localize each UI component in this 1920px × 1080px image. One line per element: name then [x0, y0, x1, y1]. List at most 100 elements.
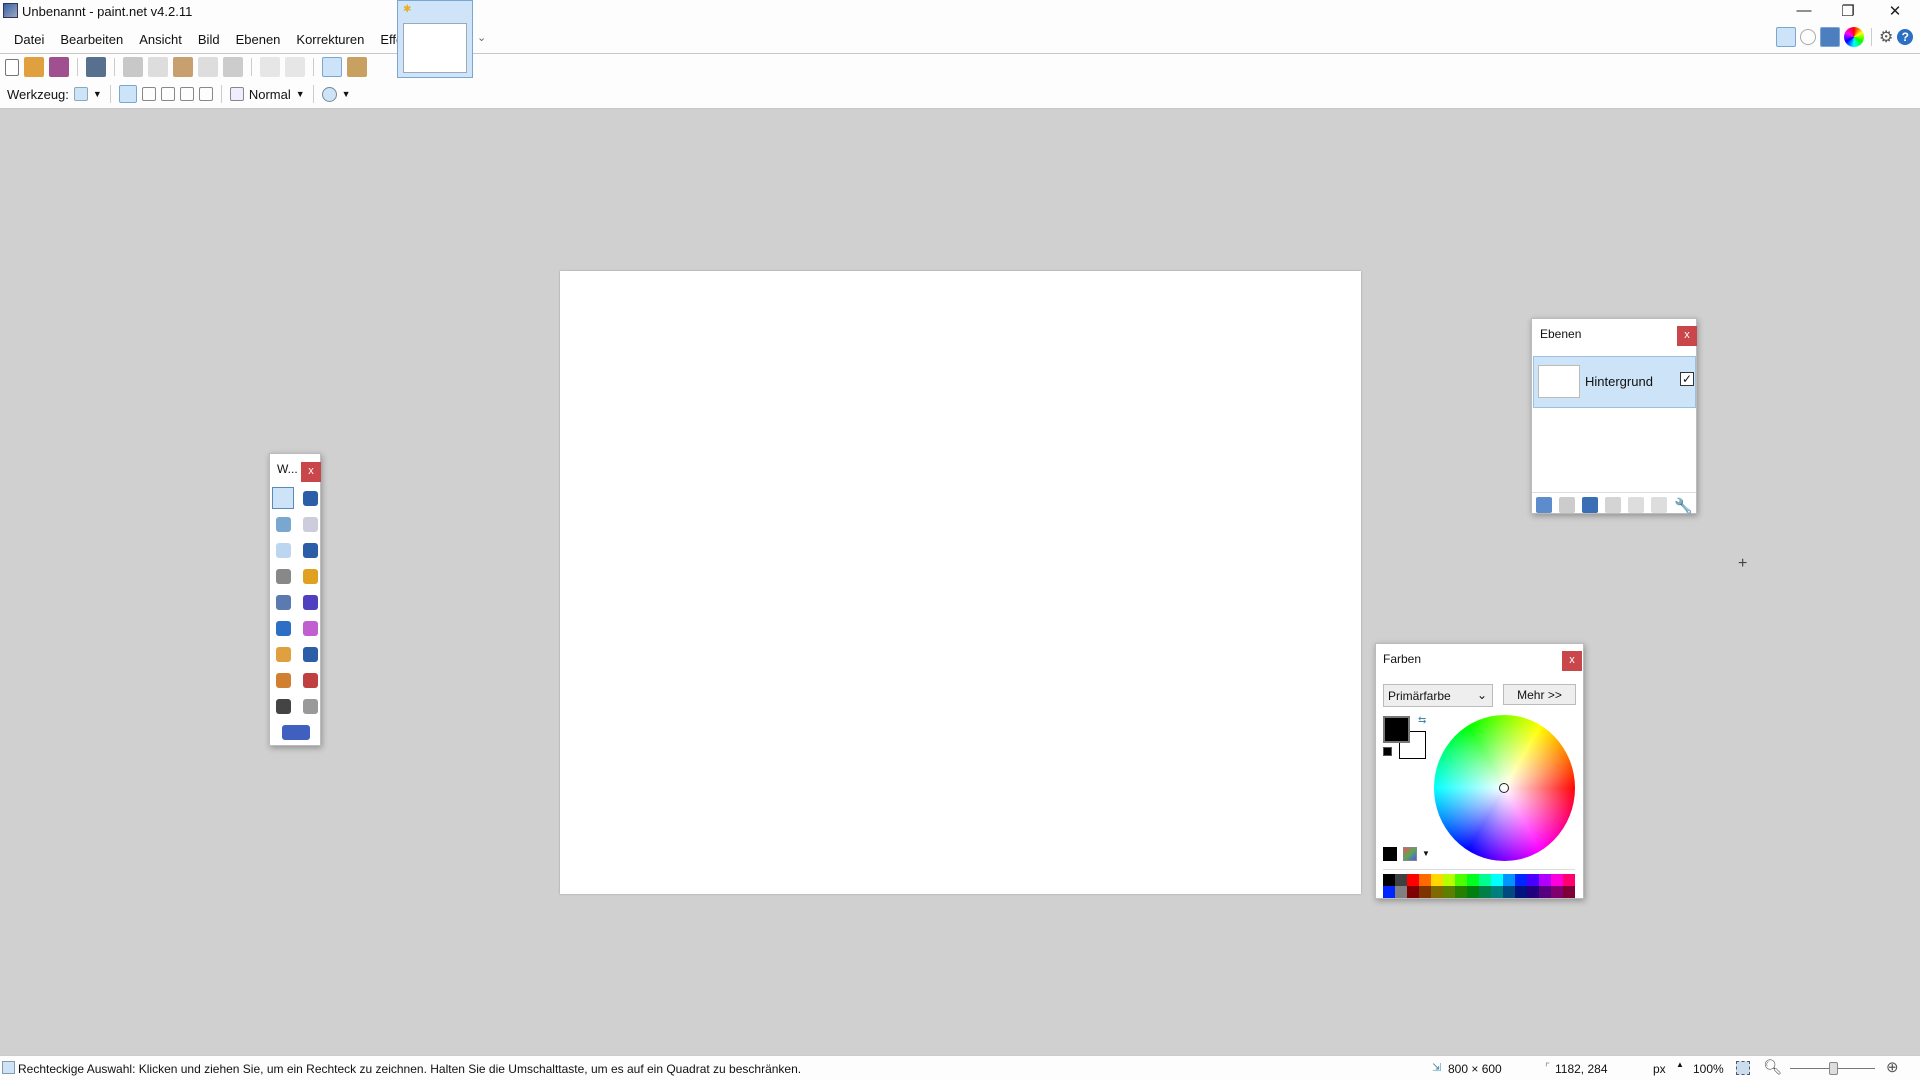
add-layer-icon[interactable] — [1536, 497, 1552, 513]
color-wheel-handle[interactable] — [1499, 783, 1509, 793]
help-icon[interactable]: ? — [1897, 29, 1914, 45]
selection-replace-icon[interactable] — [118, 85, 137, 103]
menu-bearbeiten[interactable]: Bearbeiten — [52, 30, 131, 50]
colors-close-button[interactable]: x — [1562, 651, 1582, 671]
chevron-down-icon[interactable]: ▼ — [93, 89, 102, 99]
palette-swatch[interactable] — [1467, 886, 1479, 898]
menu-bild[interactable]: Bild — [190, 30, 228, 50]
palette-swatch[interactable] — [1443, 886, 1455, 898]
layers-icon[interactable] — [1820, 27, 1840, 47]
cut-icon[interactable] — [123, 57, 143, 77]
palette-swatch[interactable] — [1491, 874, 1503, 886]
zoom-out-icon[interactable]: 🔍︎ — [1763, 1058, 1782, 1076]
tool-pan[interactable] — [299, 565, 321, 587]
chevron-down-icon[interactable]: ▼ — [296, 89, 305, 99]
tools-close-button[interactable]: x — [301, 462, 321, 482]
add-to-palette-icon[interactable] — [1383, 847, 1397, 861]
crop-icon[interactable] — [198, 57, 218, 77]
tool-magic-wand[interactable] — [272, 565, 294, 587]
grid-icon[interactable] — [322, 57, 342, 77]
selection-exclude-icon[interactable] — [160, 87, 175, 101]
tool-clone-stamp[interactable] — [272, 669, 294, 691]
open-icon[interactable] — [24, 57, 44, 77]
layer-visibility-checkbox[interactable]: ✓ — [1680, 372, 1694, 386]
copy-icon[interactable] — [148, 57, 168, 77]
redo-icon[interactable] — [285, 57, 305, 77]
palette-swatch[interactable] — [1443, 874, 1455, 886]
duplicate-layer-icon[interactable] — [1582, 497, 1598, 513]
tools-icon[interactable] — [1776, 27, 1796, 47]
selection-intersect-icon[interactable] — [179, 87, 194, 101]
selection-union-icon[interactable] — [141, 87, 156, 101]
palette-swatch[interactable] — [1383, 886, 1395, 898]
tool-lasso-select[interactable] — [272, 513, 294, 535]
primary-color-swatch[interactable] — [1383, 716, 1410, 743]
palette-swatch[interactable] — [1539, 874, 1551, 886]
palette-swatch[interactable] — [1527, 886, 1539, 898]
print-icon[interactable] — [86, 57, 106, 77]
palette-swatch[interactable] — [1563, 886, 1575, 898]
layer-properties-icon[interactable]: 🔧 — [1674, 497, 1693, 515]
merge-layer-down-icon[interactable] — [1605, 497, 1621, 513]
palette-swatch[interactable] — [1455, 874, 1467, 886]
zoom-to-window-icon[interactable] — [1736, 1061, 1750, 1075]
palette-swatch[interactable] — [1515, 886, 1527, 898]
zoom-level[interactable]: 100% — [1693, 1062, 1724, 1076]
settings-icon[interactable]: ⚙ — [1879, 27, 1893, 47]
new-icon[interactable] — [5, 58, 19, 76]
current-tool-icon[interactable] — [73, 87, 88, 101]
zoom-in-icon[interactable]: ⊕ — [1886, 1058, 1899, 1076]
chevron-down-icon[interactable]: ▼ — [342, 89, 351, 99]
tool-eraser[interactable] — [299, 617, 321, 639]
zoom-slider[interactable] — [1790, 1062, 1875, 1075]
unit-selector[interactable]: px — [1653, 1062, 1666, 1076]
tool-gradient[interactable] — [299, 591, 321, 613]
palette-swatch[interactable] — [1527, 874, 1539, 886]
image-canvas[interactable] — [560, 271, 1361, 894]
palette-swatch[interactable] — [1563, 874, 1575, 886]
palette-swatch[interactable] — [1515, 874, 1527, 886]
tool-rectangle-select[interactable] — [272, 487, 294, 509]
palette-swatch[interactable] — [1419, 874, 1431, 886]
chevron-down-icon[interactable]: ▼ — [1422, 849, 1430, 858]
tool-paintbrush[interactable] — [272, 617, 294, 639]
palette-swatch[interactable] — [1539, 886, 1551, 898]
delete-layer-icon[interactable] — [1559, 497, 1575, 513]
palette-swatch[interactable] — [1479, 874, 1491, 886]
ruler-icon[interactable] — [347, 57, 367, 77]
palette-swatch[interactable] — [1407, 886, 1419, 898]
palette-swatch[interactable] — [1491, 886, 1503, 898]
tool-color-picker[interactable] — [299, 643, 321, 665]
layer-row[interactable]: Hintergrund ✓ — [1533, 356, 1696, 408]
antialiasing-icon[interactable] — [321, 86, 337, 102]
palette-swatch[interactable] — [1503, 886, 1515, 898]
tool-pencil[interactable] — [272, 643, 294, 665]
image-tab[interactable]: ✱ — [397, 0, 473, 78]
menu-ebenen[interactable]: Ebenen — [228, 30, 289, 50]
blend-mode-dropdown[interactable]: Normal — [249, 87, 291, 102]
palette-swatch[interactable] — [1455, 886, 1467, 898]
palette-swatch[interactable] — [1407, 874, 1419, 886]
palette-swatch[interactable] — [1419, 886, 1431, 898]
layers-close-button[interactable]: x — [1677, 326, 1697, 346]
paste-icon[interactable] — [173, 57, 193, 77]
tab-list-chevron-icon[interactable]: ⌄ — [477, 31, 486, 44]
close-button[interactable]: ✕ — [1875, 2, 1915, 22]
history-icon[interactable] — [1800, 29, 1816, 45]
palette-swatch[interactable] — [1479, 886, 1491, 898]
tool-zoom[interactable] — [299, 539, 321, 561]
swap-colors-icon[interactable]: ⇆ — [1418, 715, 1426, 726]
palette-swatch[interactable] — [1395, 886, 1407, 898]
tool-recolor[interactable] — [299, 669, 321, 691]
color-mode-dropdown[interactable]: Primärfarbe ⌄ — [1383, 684, 1493, 707]
palette-swatch[interactable] — [1383, 874, 1395, 886]
move-layer-up-icon[interactable] — [1628, 497, 1644, 513]
palette-swatch[interactable] — [1431, 886, 1443, 898]
tool-paint-bucket[interactable] — [272, 591, 294, 613]
deselect-icon[interactable] — [223, 57, 243, 77]
tool-line-curve[interactable] — [299, 695, 321, 717]
more-button[interactable]: Mehr >> — [1503, 684, 1576, 705]
tool-move-selected-pixels[interactable] — [299, 487, 321, 509]
menu-ansicht[interactable]: Ansicht — [131, 30, 190, 50]
tool-move-selection[interactable] — [299, 513, 321, 535]
